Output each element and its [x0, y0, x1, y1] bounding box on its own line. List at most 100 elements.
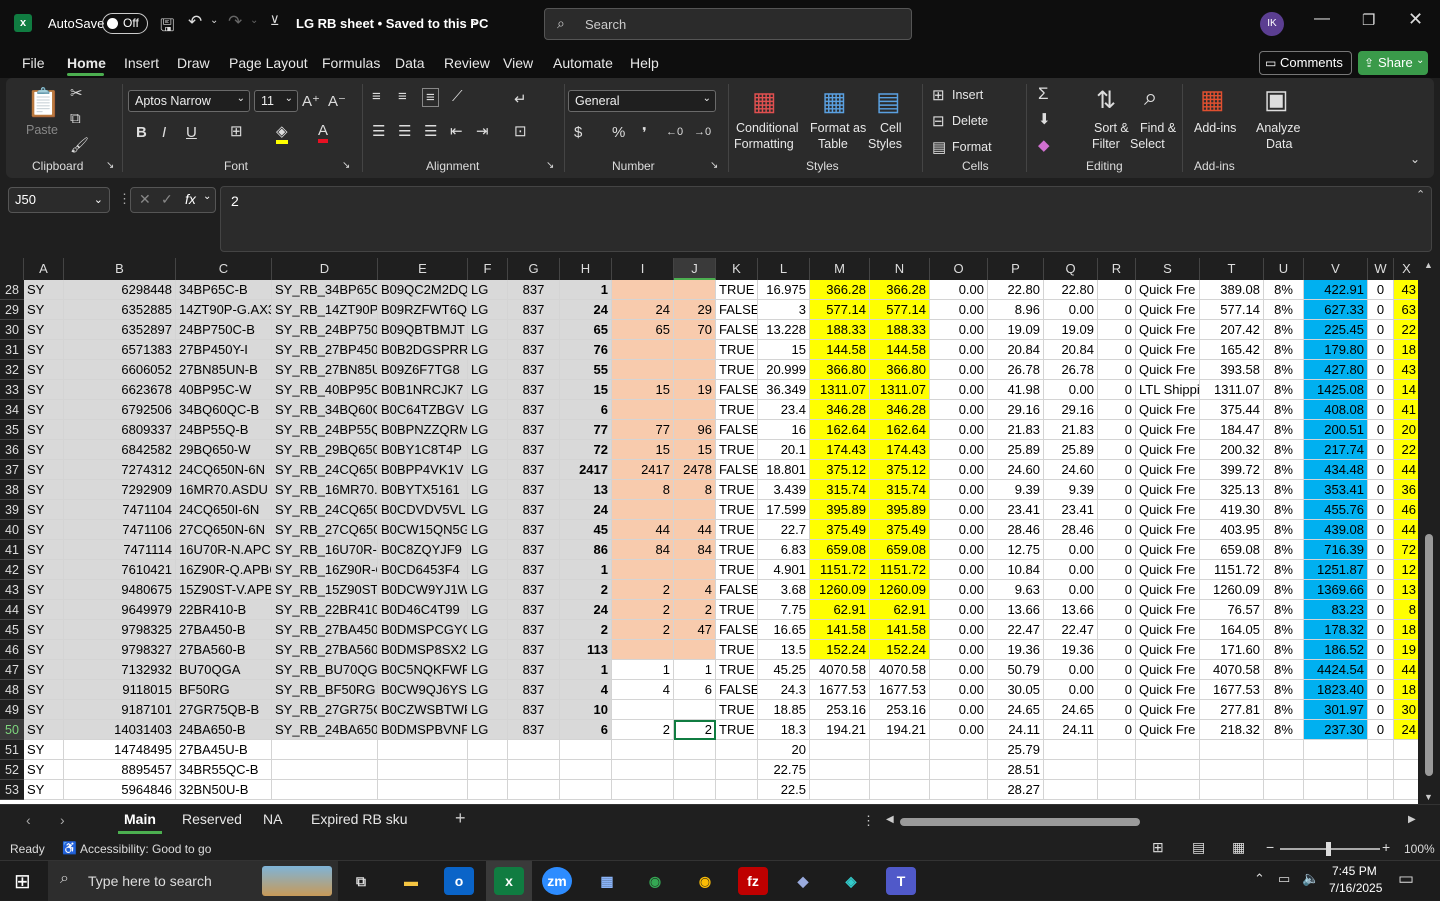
cell-l29[interactable]: 3: [758, 300, 810, 320]
cell-m43[interactable]: 1260.09: [810, 580, 870, 600]
cell-i38[interactable]: 8: [612, 480, 674, 500]
cell-k28[interactable]: TRUE: [716, 280, 758, 300]
cell-u41[interactable]: 8%: [1264, 540, 1304, 560]
cell-a50[interactable]: SY: [24, 720, 64, 740]
cell-a44[interactable]: SY: [24, 600, 64, 620]
cell-d41[interactable]: SY_RB_16U70R-N: [272, 540, 378, 560]
cell-c48[interactable]: BF50RG: [176, 680, 272, 700]
cell-e32[interactable]: B09Z6F7TG8: [378, 360, 468, 380]
zoom-out-icon[interactable]: −: [1266, 839, 1274, 855]
cell-i41[interactable]: 84: [612, 540, 674, 560]
cell-i51[interactable]: [612, 740, 674, 760]
cell-a30[interactable]: SY: [24, 320, 64, 340]
cell-k41[interactable]: TRUE: [716, 540, 758, 560]
cell-k39[interactable]: TRUE: [716, 500, 758, 520]
cell-j52[interactable]: [674, 760, 716, 780]
cell-r39[interactable]: 0: [1098, 500, 1136, 520]
cell-k48[interactable]: FALSE: [716, 680, 758, 700]
cell-o28[interactable]: 0.00: [930, 280, 988, 300]
cell-h30[interactable]: 65: [560, 320, 612, 340]
cell-g36[interactable]: 837: [508, 440, 560, 460]
cell-v49[interactable]: 301.97: [1304, 700, 1368, 720]
horizontal-scroll-thumb[interactable]: [900, 818, 1140, 826]
page-break-view-icon[interactable]: ▦: [1232, 839, 1245, 856]
cell-k51[interactable]: [716, 740, 758, 760]
cell-k34[interactable]: TRUE: [716, 400, 758, 420]
currency-icon[interactable]: $: [574, 124, 582, 141]
cell-x30[interactable]: 22: [1394, 320, 1418, 340]
cell-i39[interactable]: [612, 500, 674, 520]
cell-n42[interactable]: 1151.72: [870, 560, 930, 580]
cell-l50[interactable]: 18.3: [758, 720, 810, 740]
cell-g33[interactable]: 837: [508, 380, 560, 400]
cell-u34[interactable]: 8%: [1264, 400, 1304, 420]
cell-m38[interactable]: 315.74: [810, 480, 870, 500]
cell-f44[interactable]: LG: [468, 600, 508, 620]
sheet-tab-main[interactable]: Main: [124, 811, 156, 827]
cell-n34[interactable]: 346.28: [870, 400, 930, 420]
cell-t35[interactable]: 184.47: [1200, 420, 1264, 440]
cell-k37[interactable]: FALSE: [716, 460, 758, 480]
calculator-icon[interactable]: ▦: [592, 867, 622, 895]
tab-formulas[interactable]: Formulas: [322, 55, 380, 71]
cell-h43[interactable]: 2: [560, 580, 612, 600]
cell-h36[interactable]: 72: [560, 440, 612, 460]
teams-icon[interactable]: T: [886, 867, 916, 895]
cell-w52[interactable]: [1368, 760, 1394, 780]
cell-f53[interactable]: [468, 780, 508, 800]
cell-g51[interactable]: [508, 740, 560, 760]
format-as-table-label-2[interactable]: Table: [818, 136, 848, 152]
cell-i40[interactable]: 44: [612, 520, 674, 540]
cell-q33[interactable]: 0.00: [1044, 380, 1098, 400]
row-header[interactable]: 38: [0, 480, 24, 500]
cell-e50[interactable]: B0DMSPBVNF: [378, 720, 468, 740]
cell-i33[interactable]: 15: [612, 380, 674, 400]
align-center-icon[interactable]: ☰: [398, 122, 411, 140]
cell-q40[interactable]: 28.46: [1044, 520, 1098, 540]
cell-o51[interactable]: [930, 740, 988, 760]
row-header[interactable]: 46: [0, 640, 24, 660]
cell-c43[interactable]: 15Z90ST-V.APB6: [176, 580, 272, 600]
column-header-m[interactable]: M: [810, 258, 870, 280]
cell-w28[interactable]: 0: [1368, 280, 1394, 300]
cell-i53[interactable]: [612, 780, 674, 800]
cell-u52[interactable]: [1264, 760, 1304, 780]
cell-i44[interactable]: 2: [612, 600, 674, 620]
ribbon-collapse-icon[interactable]: ⌄: [1410, 152, 1420, 166]
cell-w43[interactable]: 0: [1368, 580, 1394, 600]
delete-cells-icon[interactable]: ⊟: [932, 112, 945, 130]
column-header-u[interactable]: U: [1264, 258, 1304, 280]
row-header[interactable]: 52: [0, 760, 24, 780]
cell-p44[interactable]: 13.66: [988, 600, 1044, 620]
row-header[interactable]: 50: [0, 720, 24, 740]
cell-h39[interactable]: 24: [560, 500, 612, 520]
cell-r43[interactable]: 0: [1098, 580, 1136, 600]
cell-f33[interactable]: LG: [468, 380, 508, 400]
cell-d45[interactable]: SY_RB_27BA450-E: [272, 620, 378, 640]
cell-q34[interactable]: 29.16: [1044, 400, 1098, 420]
cell-k50[interactable]: TRUE: [716, 720, 758, 740]
cell-c41[interactable]: 16U70R-N.APC5: [176, 540, 272, 560]
cell-h28[interactable]: 1: [560, 280, 612, 300]
cell-x46[interactable]: 19: [1394, 640, 1418, 660]
cell-p53[interactable]: 28.27: [988, 780, 1044, 800]
cell-g53[interactable]: [508, 780, 560, 800]
cell-u30[interactable]: 8%: [1264, 320, 1304, 340]
cell-q28[interactable]: 22.80: [1044, 280, 1098, 300]
cell-q46[interactable]: 19.36: [1044, 640, 1098, 660]
cell-o36[interactable]: 0.00: [930, 440, 988, 460]
cell-q29[interactable]: 0.00: [1044, 300, 1098, 320]
tab-page-layout[interactable]: Page Layout: [229, 55, 308, 71]
number-launcher-icon[interactable]: ↘: [710, 160, 718, 171]
file-explorer-icon[interactable]: ▬: [396, 867, 426, 895]
cell-k45[interactable]: FALSE: [716, 620, 758, 640]
cell-x43[interactable]: 13: [1394, 580, 1418, 600]
conditional-formatting-label-2[interactable]: Formatting: [734, 136, 794, 152]
cell-r50[interactable]: 0: [1098, 720, 1136, 740]
cell-i29[interactable]: 24: [612, 300, 674, 320]
cell-m51[interactable]: [810, 740, 870, 760]
outlook-icon[interactable]: o: [444, 867, 474, 895]
cell-s39[interactable]: Quick Fre: [1136, 500, 1200, 520]
cell-g37[interactable]: 837: [508, 460, 560, 480]
conditional-formatting-label-1[interactable]: Conditional: [736, 120, 799, 136]
